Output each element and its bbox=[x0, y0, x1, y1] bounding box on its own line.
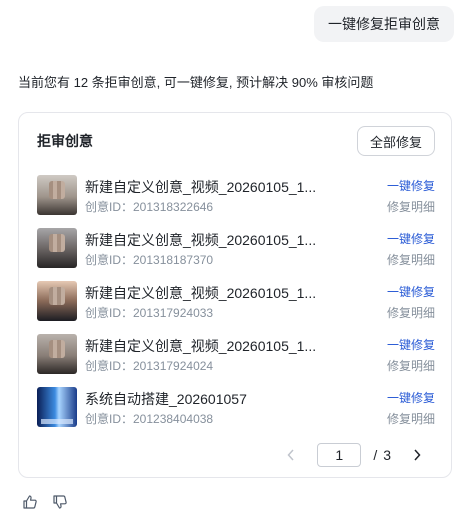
feedback-bar bbox=[22, 494, 68, 510]
fix-button[interactable]: 一键修复 bbox=[387, 336, 435, 353]
fix-button[interactable]: 一键修复 bbox=[387, 389, 435, 406]
user-message-text: 一键修复拒审创意 bbox=[328, 16, 440, 32]
creative-id: 创意ID：201238404038 bbox=[85, 412, 214, 426]
fix-detail-link[interactable]: 修复明细 bbox=[387, 357, 435, 374]
creative-thumbnail bbox=[37, 228, 77, 268]
fix-detail-link[interactable]: 修复明细 bbox=[387, 304, 435, 321]
creative-title: 新建自定义创意_视频_20260105_1... bbox=[85, 232, 317, 248]
list-item: 新建自定义创意_视频_20260105_1... 创意ID：2013179240… bbox=[35, 332, 435, 385]
list-item: 新建自定义创意_视频_20260105_1... 创意ID：2013179240… bbox=[35, 279, 435, 332]
creative-id: 创意ID：201317924033 bbox=[85, 306, 214, 320]
prev-page-icon[interactable] bbox=[281, 445, 301, 465]
card-title: 拒审创意 bbox=[37, 133, 93, 149]
fix-button[interactable]: 一键修复 bbox=[387, 283, 435, 300]
fix-detail-link[interactable]: 修复明细 bbox=[387, 251, 435, 268]
creative-list: 新建自定义创意_视频_20260105_1... 创意ID：2013183226… bbox=[35, 173, 435, 438]
rejected-creatives-card: 拒审创意 全部修复 新建自定义创意_视频_20260105_1... 创意ID：… bbox=[18, 112, 452, 478]
thumbs-up-icon[interactable] bbox=[22, 494, 38, 510]
page-separator: / bbox=[373, 447, 378, 463]
thumbs-down-icon[interactable] bbox=[52, 494, 68, 510]
next-page-icon[interactable] bbox=[407, 445, 427, 465]
fix-button[interactable]: 一键修复 bbox=[387, 230, 435, 247]
creative-title: 新建自定义创意_视频_20260105_1... bbox=[85, 338, 317, 354]
creative-thumbnail bbox=[37, 387, 77, 427]
creative-id: 创意ID：201317924024 bbox=[85, 359, 214, 373]
creative-title: 系统自动搭建_202601057 bbox=[85, 391, 247, 407]
fix-detail-link[interactable]: 修复明细 bbox=[387, 198, 435, 215]
creative-thumbnail bbox=[37, 281, 77, 321]
creative-thumbnail bbox=[37, 175, 77, 215]
list-item: 新建自定义创意_视频_20260105_1... 创意ID：2013183226… bbox=[35, 173, 435, 226]
page-number-input[interactable] bbox=[317, 443, 362, 467]
assistant-summary: 当前您有 12 条拒审创意, 可一键修复, 预计解决 90% 审核问题 bbox=[18, 75, 374, 90]
creative-title: 新建自定义创意_视频_20260105_1... bbox=[85, 179, 317, 195]
fix-all-button[interactable]: 全部修复 bbox=[356, 126, 435, 156]
user-message-bubble: 一键修复拒审创意 bbox=[314, 6, 454, 42]
creative-id: 创意ID：201318187370 bbox=[85, 253, 214, 267]
total-pages: 3 bbox=[383, 447, 391, 463]
creative-id: 创意ID：201318322646 bbox=[85, 200, 214, 214]
list-item: 新建自定义创意_视频_20260105_1... 创意ID：2013181873… bbox=[35, 226, 435, 279]
fix-button[interactable]: 一键修复 bbox=[387, 177, 435, 194]
fix-detail-link[interactable]: 修复明细 bbox=[387, 410, 435, 427]
creative-title: 新建自定义创意_视频_20260105_1... bbox=[85, 285, 317, 301]
creative-thumbnail bbox=[37, 334, 77, 374]
list-item: 系统自动搭建_202601057 创意ID：201238404038 一键修复 … bbox=[35, 385, 435, 438]
card-header: 拒审创意 全部修复 bbox=[37, 125, 435, 157]
pagination: / 3 bbox=[281, 443, 427, 467]
